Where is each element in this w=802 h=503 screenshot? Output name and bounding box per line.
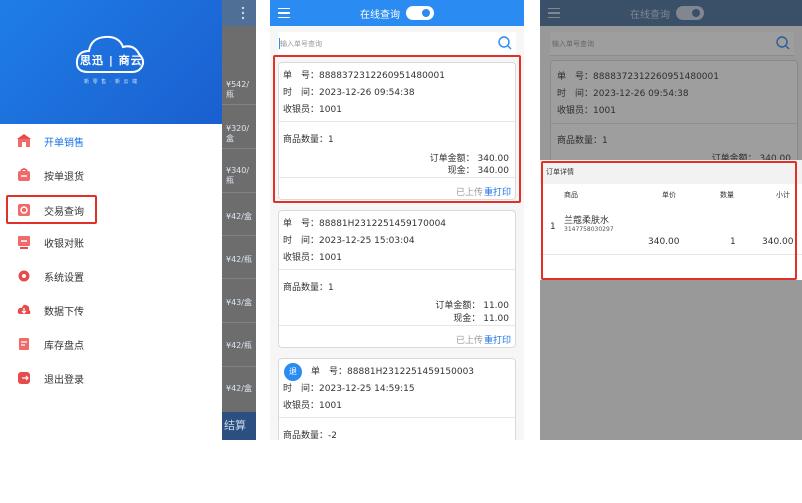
background-price: ¥42/瓶 — [226, 255, 252, 264]
divider — [222, 235, 256, 236]
search-placeholder: 输入单号查询 — [280, 40, 322, 48]
logout-icon — [16, 370, 32, 386]
inventory-icon — [16, 336, 32, 352]
background-price: ¥42/盒 — [226, 384, 252, 393]
divider — [279, 269, 515, 270]
cashier-label: 收银员： — [283, 253, 320, 263]
highlight-box — [273, 55, 521, 203]
gear-icon — [16, 268, 32, 284]
divider — [222, 148, 256, 149]
menu-icon[interactable] — [278, 8, 290, 19]
background-price: ¥43/盒 — [226, 298, 252, 307]
background-product-list: ¥542/瓶 ¥320/盒 ¥340/瓶 ¥42/盒 ¥42/瓶 ¥43/盒 ¥… — [222, 0, 256, 440]
menu-item-return-by-order[interactable]: 按单退货 — [16, 163, 84, 187]
menu-item-label: 开单销售 — [44, 137, 84, 149]
background-price: ¥42/盒 — [226, 212, 252, 221]
qty-label: 商品数量： — [283, 283, 329, 293]
logo-text: 思迅 | 商云 — [80, 54, 143, 67]
cash: 11.00 — [483, 314, 509, 324]
menu-item-label: 库存盘点 — [44, 340, 84, 352]
top-bar: 在线查询 — [270, 0, 524, 26]
search-input[interactable]: 输入单号查询 — [278, 32, 516, 56]
drawer-header: 思迅 | 商云 新 零 售 · 新 云 端 — [0, 0, 222, 124]
order-no: 88881H2312251459150003 — [347, 367, 475, 377]
menu-item-label: 按单退货 — [44, 171, 84, 183]
amount-label: 订单金额： — [435, 301, 481, 311]
online-toggle[interactable] — [406, 6, 434, 20]
qty-label: 商品数量： — [283, 431, 329, 440]
divider — [279, 325, 515, 326]
divider — [222, 192, 256, 193]
menu-item-logout[interactable]: 退出登录 — [16, 366, 84, 390]
reconcile-icon — [16, 234, 32, 250]
cloud-download-icon — [16, 302, 32, 318]
background-price: ¥320/盒 — [226, 124, 250, 143]
menu-item-label: 退出登录 — [44, 374, 84, 386]
background-price: ¥42/瓶 — [226, 341, 252, 350]
reprint-button[interactable]: 重打印 — [484, 333, 511, 346]
order-no-label: 单 号： — [311, 367, 348, 377]
settle-button[interactable]: 结算 — [222, 412, 256, 440]
order-card[interactable]: 单 号：88881H2312251459170004 时 间：2023-12-2… — [278, 210, 516, 348]
page-title: 在线查询 — [360, 10, 400, 21]
order-time: 2023-12-25 14:59:15 — [319, 384, 415, 394]
divider — [222, 278, 256, 279]
background-price: ¥340/瓶 — [226, 166, 250, 185]
menu-item-settings[interactable]: 系统设置 — [16, 264, 84, 288]
highlight-box — [541, 161, 797, 280]
cashier: 1001 — [319, 401, 342, 411]
cash-label: 现金： — [453, 314, 481, 324]
order-no: 88881H2312251459170004 — [319, 219, 447, 229]
order-time-label: 时 间： — [283, 236, 320, 246]
divider — [222, 322, 256, 323]
menu-item-data-download[interactable]: 数据下传 — [16, 298, 84, 322]
order-time: 2023-12-25 15:03:04 — [319, 236, 415, 246]
background-price: ¥542/瓶 — [226, 80, 250, 99]
order-card[interactable]: 单 号：88881H2312251459150003 时 间：2023-12-2… — [278, 358, 516, 440]
divider — [222, 366, 256, 367]
menu-item-label: 系统设置 — [44, 272, 84, 284]
logo-subtitle: 新 零 售 · 新 云 端 — [84, 79, 139, 85]
menu-item-label: 收银对账 — [44, 238, 84, 250]
qty: 1 — [328, 283, 334, 293]
order-no-label: 单 号： — [283, 219, 320, 229]
background-topbar — [222, 0, 256, 26]
search-icon[interactable] — [498, 36, 512, 50]
divider — [279, 417, 515, 418]
qty: -2 — [328, 431, 337, 440]
divider — [222, 104, 256, 105]
upload-status: 已上传 — [455, 336, 483, 346]
amount: 11.00 — [483, 301, 509, 311]
cashier: 1001 — [319, 253, 342, 263]
order-time-label: 时 间： — [283, 384, 320, 394]
menu-item-inventory[interactable]: 库存盘点 — [16, 332, 84, 356]
menu-item-label: 数据下传 — [44, 306, 84, 318]
cashier-label: 收银员： — [283, 401, 320, 411]
menu-item-open-sale[interactable]: 开单销售 — [16, 129, 84, 153]
side-drawer-panel: ¥542/瓶 ¥320/盒 ¥340/瓶 ¥42/盒 ¥42/瓶 ¥43/盒 ¥… — [0, 0, 256, 440]
store-icon — [16, 133, 32, 149]
return-bag-icon — [16, 167, 32, 183]
more-icon[interactable] — [240, 6, 246, 20]
highlight-box — [6, 195, 97, 224]
return-badge: 退 — [284, 363, 302, 381]
menu-item-reconcile[interactable]: 收银对账 — [16, 230, 84, 254]
